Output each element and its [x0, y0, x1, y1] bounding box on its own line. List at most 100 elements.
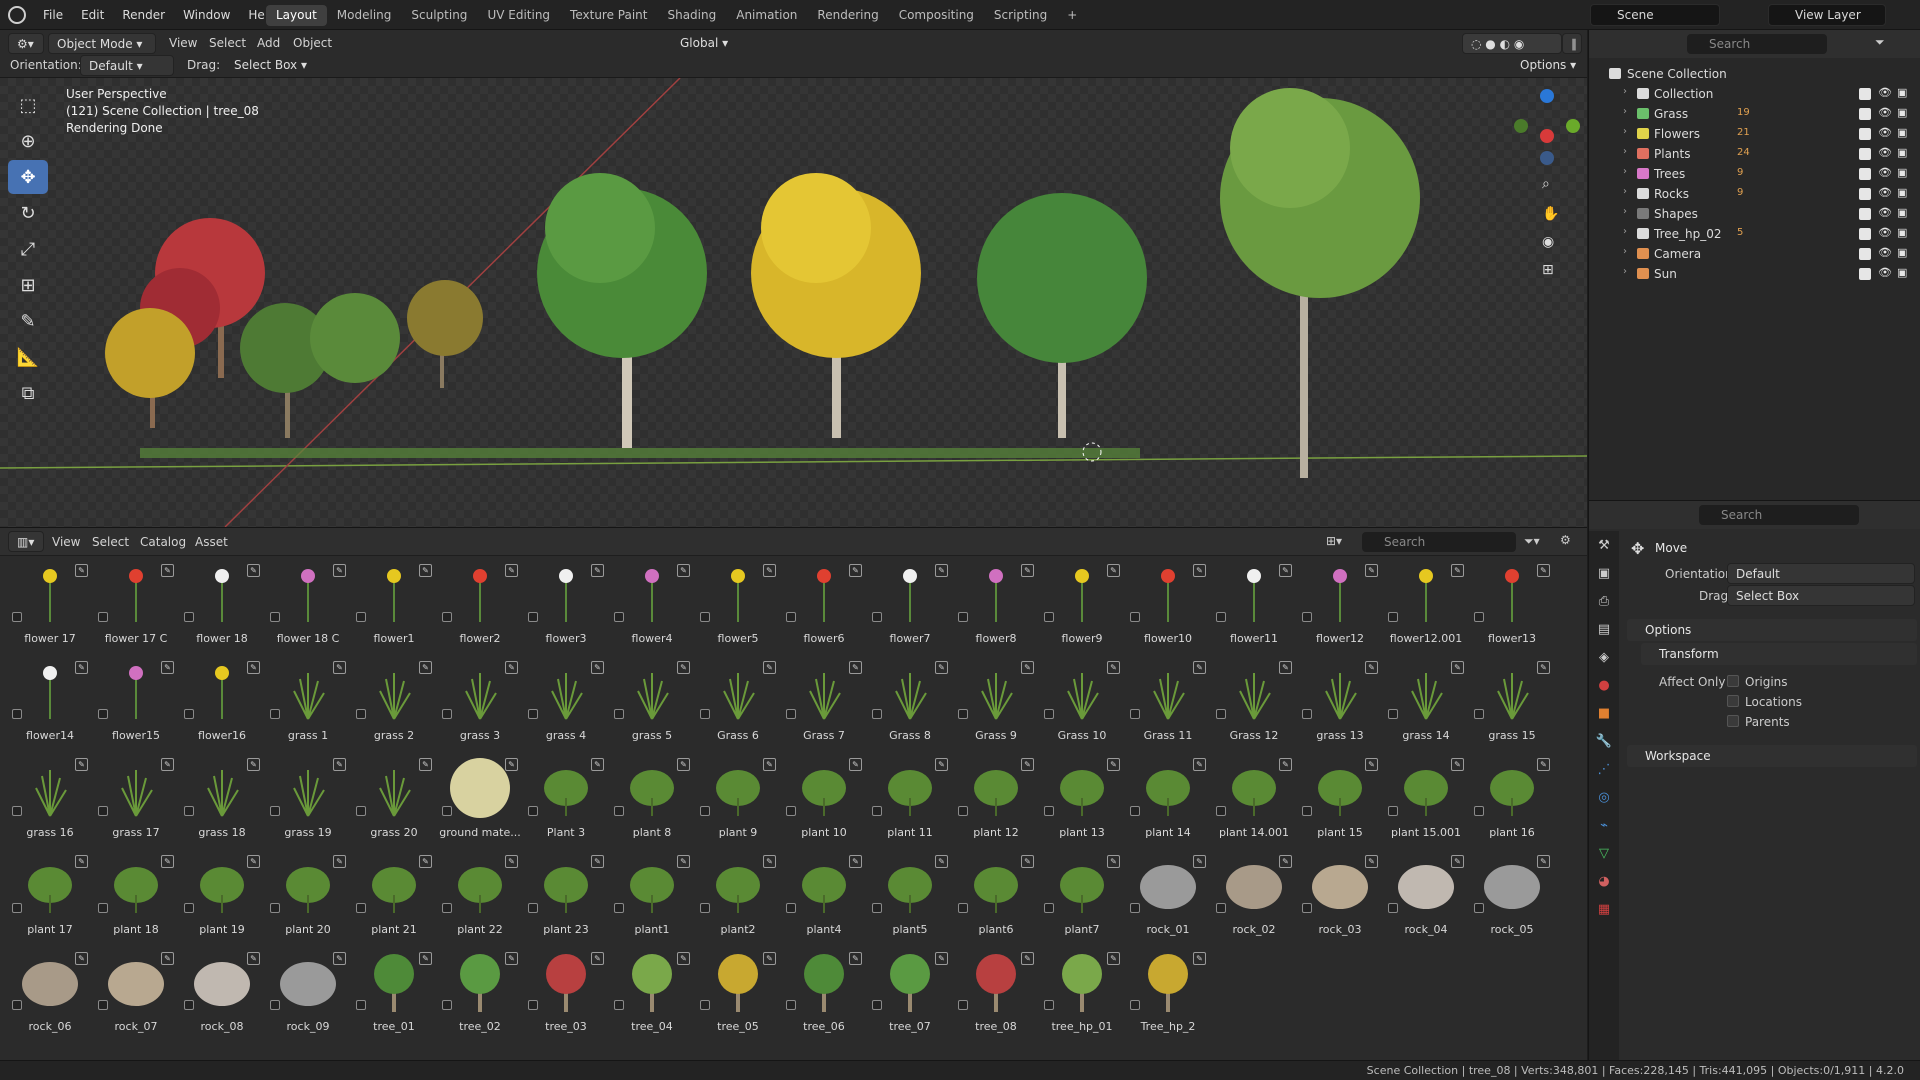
asset-edit-icon[interactable]: ✎ — [1021, 952, 1034, 965]
asset-item[interactable]: ✎ flower 18 — [180, 560, 264, 654]
menu-select[interactable]: Select — [209, 36, 246, 50]
asset-edit-icon[interactable]: ✎ — [677, 758, 690, 771]
expand-arrow-icon[interactable]: › — [1623, 146, 1627, 157]
asset-select-checkbox[interactable] — [1474, 903, 1484, 913]
asset-select-checkbox[interactable] — [356, 612, 366, 622]
asset-select-checkbox[interactable] — [528, 903, 538, 913]
asset-select-checkbox[interactable] — [614, 1000, 624, 1010]
asset-item[interactable]: ✎ flower16 — [180, 657, 264, 751]
outliner-root-row[interactable]: Scene Collection — [1589, 64, 1920, 84]
visibility-eye-icon[interactable]: 👁 — [1878, 266, 1892, 279]
expand-arrow-icon[interactable]: › — [1623, 186, 1627, 197]
asset-edit-icon[interactable]: ✎ — [75, 952, 88, 965]
asset-edit-icon[interactable]: ✎ — [591, 952, 604, 965]
viewport-options-button[interactable]: Options ▾ — [1512, 55, 1578, 76]
asset-edit-icon[interactable]: ✎ — [333, 758, 346, 771]
asset-select-checkbox[interactable] — [528, 1000, 538, 1010]
asset-edit-icon[interactable]: ✎ — [505, 758, 518, 771]
exclude-checkbox[interactable] — [1859, 128, 1871, 140]
asset-edit-icon[interactable]: ✎ — [333, 952, 346, 965]
asset-item[interactable]: ✎ plant 13 — [1040, 754, 1124, 848]
origins-checkbox[interactable] — [1727, 675, 1739, 687]
asset-select-checkbox[interactable] — [270, 903, 280, 913]
asset-item[interactable]: ✎ grass 14 — [1384, 657, 1468, 751]
asset-select-checkbox[interactable] — [98, 612, 108, 622]
outliner-item[interactable]: › Trees 9 👁 ▣ — [1589, 164, 1920, 184]
asset-item[interactable]: ✎ Grass 12 — [1212, 657, 1296, 751]
select-box-tool-icon[interactable]: ⬚ — [8, 88, 48, 122]
data-tab-icon[interactable]: ▽ — [1589, 839, 1619, 867]
asset-select-checkbox[interactable] — [184, 612, 194, 622]
asset-item[interactable]: ✎ plant2 — [696, 851, 780, 945]
menu-file[interactable]: File — [34, 8, 72, 22]
asset-edit-icon[interactable]: ✎ — [247, 564, 260, 577]
tab-uv-editing[interactable]: UV Editing — [477, 5, 560, 26]
asset-edit-icon[interactable]: ✎ — [935, 661, 948, 674]
asset-select-checkbox[interactable] — [786, 612, 796, 622]
asset-edit-icon[interactable]: ✎ — [1279, 758, 1292, 771]
tool-tab-icon[interactable]: ⚒ — [1589, 531, 1619, 559]
asset-item[interactable]: ✎ flower12 — [1298, 560, 1382, 654]
asset-edit-icon[interactable]: ✎ — [677, 952, 690, 965]
visibility-eye-icon[interactable]: 👁 — [1878, 186, 1892, 199]
asset-edit-icon[interactable]: ✎ — [161, 855, 174, 868]
asset-select-checkbox[interactable] — [958, 806, 968, 816]
expand-arrow-icon[interactable]: › — [1623, 206, 1627, 217]
render-camera-icon[interactable]: ▣ — [1897, 226, 1907, 239]
asset-select-checkbox[interactable] — [12, 1000, 22, 1010]
asset-item[interactable]: ✎ flower6 — [782, 560, 866, 654]
asset-item[interactable]: ✎ grass 3 — [438, 657, 522, 751]
asset-select-checkbox[interactable] — [98, 806, 108, 816]
output-tab-icon[interactable]: ⎙ — [1589, 587, 1619, 615]
transform-panel-header[interactable]: Transform — [1641, 643, 1917, 665]
asset-edit-icon[interactable]: ✎ — [763, 758, 776, 771]
asset-edit-icon[interactable]: ✎ — [849, 855, 862, 868]
asset-settings-gear-icon[interactable]: ⚙ — [1560, 533, 1571, 547]
asset-item[interactable]: ✎ flower 17 C — [94, 560, 178, 654]
asset-item[interactable]: ✎ plant 9 — [696, 754, 780, 848]
asset-select-checkbox[interactable] — [614, 806, 624, 816]
asset-item[interactable]: ✎ plant4 — [782, 851, 866, 945]
asset-item[interactable]: ✎ flower10 — [1126, 560, 1210, 654]
annotate-tool-icon[interactable]: ✎ — [8, 304, 48, 338]
asset-item[interactable]: ✎ Grass 9 — [954, 657, 1038, 751]
asset-select-checkbox[interactable] — [98, 903, 108, 913]
visibility-eye-icon[interactable]: 👁 — [1878, 106, 1892, 119]
asset-item[interactable]: ✎ rock_05 — [1470, 851, 1554, 945]
asset-item[interactable]: ✎ flower15 — [94, 657, 178, 751]
exclude-checkbox[interactable] — [1859, 108, 1871, 120]
asset-select-checkbox[interactable] — [1216, 903, 1226, 913]
asset-item[interactable]: ✎ ground mate... — [438, 754, 522, 848]
asset-item[interactable]: ✎ grass 20 — [352, 754, 436, 848]
asset-edit-icon[interactable]: ✎ — [591, 855, 604, 868]
asset-select-checkbox[interactable] — [872, 612, 882, 622]
asset-item[interactable]: ✎ flower2 — [438, 560, 522, 654]
asset-select-checkbox[interactable] — [98, 1000, 108, 1010]
visibility-eye-icon[interactable]: 👁 — [1878, 246, 1892, 259]
asset-edit-icon[interactable]: ✎ — [1193, 661, 1206, 674]
asset-select-checkbox[interactable] — [184, 1000, 194, 1010]
exclude-checkbox[interactable] — [1859, 148, 1871, 160]
asset-edit-icon[interactable]: ✎ — [1021, 661, 1034, 674]
asset-select-checkbox[interactable] — [1388, 903, 1398, 913]
expand-arrow-icon[interactable]: › — [1623, 246, 1627, 257]
asset-item[interactable]: ✎ plant 12 — [954, 754, 1038, 848]
asset-item[interactable]: ✎ plant 19 — [180, 851, 264, 945]
asset-select-checkbox[interactable] — [528, 612, 538, 622]
asset-item[interactable]: ✎ flower5 — [696, 560, 780, 654]
asset-item[interactable]: ✎ rock_08 — [180, 948, 264, 1042]
asset-item[interactable]: ✎ flower3 — [524, 560, 608, 654]
asset-select-checkbox[interactable] — [1130, 806, 1140, 816]
asset-select-checkbox[interactable] — [1130, 903, 1140, 913]
asset-item[interactable]: ✎ flower12.001 — [1384, 560, 1468, 654]
asset-edit-icon[interactable]: ✎ — [333, 855, 346, 868]
asset-item[interactable]: ✎ grass 13 — [1298, 657, 1382, 751]
asset-edit-icon[interactable]: ✎ — [1279, 564, 1292, 577]
asset-edit-icon[interactable]: ✎ — [1021, 564, 1034, 577]
asset-select-checkbox[interactable] — [1044, 612, 1054, 622]
asset-edit-icon[interactable]: ✎ — [247, 758, 260, 771]
asset-item[interactable]: ✎ tree_05 — [696, 948, 780, 1042]
asset-edit-icon[interactable]: ✎ — [677, 661, 690, 674]
asset-editor-type-button[interactable]: ▥▾ — [8, 531, 44, 552]
asset-select-checkbox[interactable] — [1130, 612, 1140, 622]
